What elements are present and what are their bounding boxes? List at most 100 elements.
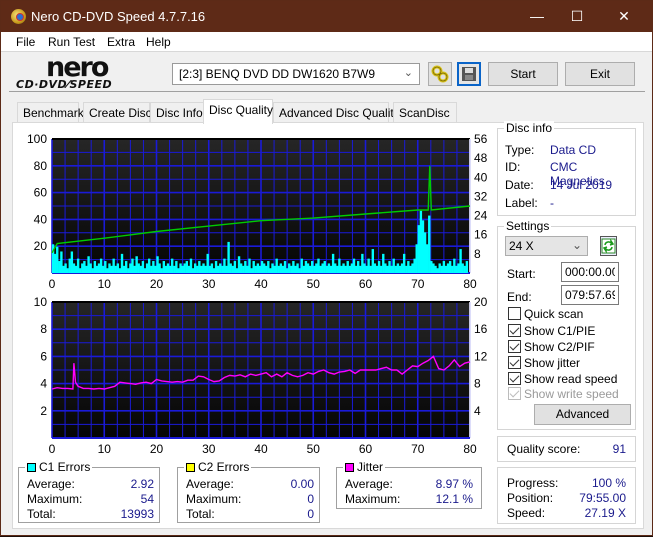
c1-error-bar xyxy=(248,258,251,273)
refresh-speed-button[interactable] xyxy=(600,236,617,256)
c1-error-bar xyxy=(430,261,433,273)
c1-error-bar xyxy=(285,268,289,273)
tab-disc-quality[interactable]: Disc Quality xyxy=(203,99,273,124)
c1-error-bar xyxy=(231,265,234,273)
c1-error-bar xyxy=(367,258,370,273)
c1-error-bar xyxy=(290,265,293,273)
progress-label: Progress: xyxy=(507,476,559,490)
end-time-label: End: xyxy=(507,290,532,304)
c1-error-bar xyxy=(244,261,247,273)
c1-error-bar xyxy=(329,265,333,273)
c1-error-bar xyxy=(296,263,299,273)
c1-error-bar xyxy=(104,261,107,273)
c1-chart-x-tick-label: 0 xyxy=(49,277,56,291)
c1-error-bar xyxy=(125,261,128,273)
c1-chart-y-left-tick-label: 80 xyxy=(34,159,48,173)
c1-error-bar xyxy=(81,263,84,273)
c1-error-bar xyxy=(93,261,97,273)
c1-error-bar xyxy=(413,258,416,273)
show-c1-pie-label: Show C1/PIE xyxy=(524,324,596,338)
c1-error-bar xyxy=(223,258,226,273)
c1-error-bar xyxy=(173,265,176,273)
c1-error-bar xyxy=(398,265,402,273)
c1-error-bar xyxy=(252,261,255,273)
c1-error-bar xyxy=(170,258,174,273)
show-c1-pie-checkbox[interactable] xyxy=(508,324,521,337)
c1-error-bar xyxy=(97,263,101,273)
disc-type-value: Data CD xyxy=(550,143,597,157)
c1-error-bar xyxy=(417,225,420,273)
settings-group: Settings 24 X ⌄ Start: End: Quick scan S… xyxy=(497,219,636,430)
c2-total-value: 0 xyxy=(307,507,314,521)
jitter-chart-y-right-tick-label: 12 xyxy=(474,349,488,363)
c1-error-bar xyxy=(288,263,291,273)
jitter-color-swatch xyxy=(345,463,354,472)
speed-select[interactable]: 24 X ⌄ xyxy=(505,236,588,256)
c1-error-bar xyxy=(377,261,381,273)
c1-error-bar xyxy=(361,253,364,273)
c1-error-bar xyxy=(379,265,383,273)
c1-error-bar xyxy=(432,263,435,273)
c1-error-bar xyxy=(143,268,147,273)
jitter-average-label: Average: xyxy=(345,477,393,491)
c2-title-text: C2 Errors xyxy=(198,460,250,474)
c1-error-bar xyxy=(139,265,143,273)
c1-error-bar xyxy=(219,263,222,273)
c1-error-bar xyxy=(442,261,446,273)
c1-error-bar xyxy=(375,265,379,273)
c1-error-bar xyxy=(294,265,297,273)
end-time-input[interactable] xyxy=(561,285,619,305)
c1-error-bar xyxy=(60,251,63,273)
c1-error-bar xyxy=(129,263,132,273)
c1-error-bar xyxy=(338,258,341,273)
advanced-button[interactable]: Advanced xyxy=(534,404,631,425)
c1-error-bar xyxy=(141,261,145,273)
jitter-chart-x-tick-label: 60 xyxy=(359,442,373,456)
c1-error-bar xyxy=(319,265,322,273)
c1-error-bar xyxy=(200,265,203,273)
c1-error-bar xyxy=(196,265,199,273)
disc-label-value: - xyxy=(550,196,554,210)
jitter-chart-x-tick-label: 20 xyxy=(150,442,164,456)
jitter-title-text: Jitter xyxy=(357,460,384,474)
c1-error-bar xyxy=(210,263,214,273)
c1-error-bar xyxy=(440,265,443,273)
c1-error-bar xyxy=(95,265,99,273)
chevron-down-icon: ⌄ xyxy=(571,238,582,252)
c1-error-bar xyxy=(193,263,197,273)
disc-date-value: 14 Jul 2019 xyxy=(550,178,613,192)
show-jitter-checkbox[interactable] xyxy=(508,356,521,369)
c1-chart-x-tick-label: 60 xyxy=(359,277,373,291)
c1-chart-y-left-tick-label: 20 xyxy=(34,239,48,253)
c2-color-swatch xyxy=(186,463,195,472)
c2-total-label: Total: xyxy=(186,507,215,521)
c1-error-bar xyxy=(321,263,324,273)
start-time-input[interactable] xyxy=(561,262,619,282)
quick-scan-checkbox[interactable] xyxy=(508,307,521,320)
c1-error-bar xyxy=(405,265,408,273)
c1-error-bar xyxy=(254,265,257,273)
c1-chart-x-tick-label: 20 xyxy=(150,277,164,291)
c1-error-bar xyxy=(392,258,395,273)
app-window: Nero CD-DVD Speed 4.7.7.16 — ☐ ✕ File Ru… xyxy=(0,0,653,536)
c1-error-bar xyxy=(152,261,155,273)
c1-error-bar xyxy=(463,265,466,273)
c1-maximum-value: 54 xyxy=(140,492,154,506)
c1-error-bar xyxy=(99,258,103,273)
c1-error-bar xyxy=(122,265,126,273)
c1-error-bar xyxy=(336,265,339,273)
position-label: Position: xyxy=(507,491,554,505)
jitter-chart-x-tick-label: 70 xyxy=(411,442,425,456)
c1-error-bar xyxy=(147,258,151,273)
c1-error-bar xyxy=(150,265,153,273)
speed-select-value: 24 X xyxy=(509,239,534,253)
show-c2-pif-checkbox[interactable] xyxy=(508,340,521,353)
c1-error-bar xyxy=(74,265,78,273)
quality-score-value: 91 xyxy=(612,442,626,456)
c1-title-text: C1 Errors xyxy=(39,460,91,474)
c1-error-bar xyxy=(342,263,345,273)
jitter-chart-y-left-tick-label: 10 xyxy=(34,295,48,309)
c1-error-bar xyxy=(242,265,245,273)
show-read-speed-checkbox[interactable] xyxy=(508,372,521,385)
c1-error-bar xyxy=(273,265,276,273)
